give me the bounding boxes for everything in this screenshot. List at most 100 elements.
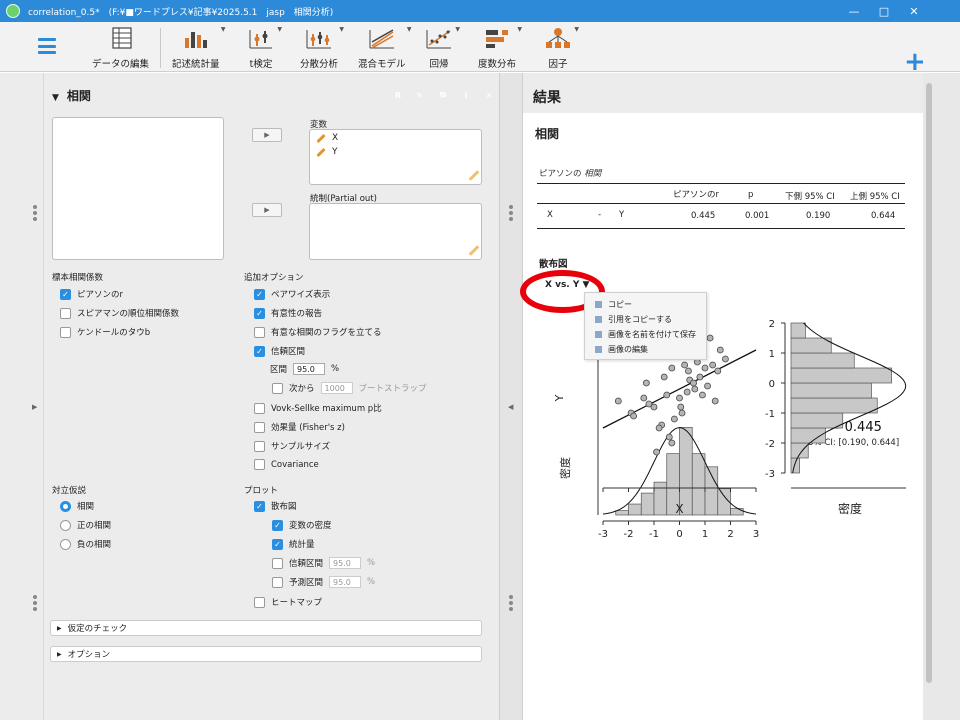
confidence-interval-checkbox[interactable]: ✓ 信頼区間 — [254, 345, 305, 357]
panel-splitter[interactable]: ◀ — [499, 73, 523, 720]
menu-save-image[interactable]: 画像を名前を付けて保存 — [595, 329, 696, 340]
variable-item[interactable]: Y — [316, 147, 338, 157]
toolbar-descriptives[interactable]: 記述統計量 ▼ — [172, 26, 226, 70]
options-section[interactable]: ▶ オプション — [50, 646, 482, 662]
option-label: 相関 — [77, 502, 95, 512]
r-syntax-icon[interactable]: R — [391, 88, 405, 102]
assumption-checks-section[interactable]: ▶ 仮定のチェック — [50, 620, 482, 636]
duplicate-icon[interactable]: ⧉ — [436, 88, 450, 102]
checkbox-checked-icon[interactable]: ✓ — [60, 288, 71, 300]
plot-ci-input[interactable]: 95.0 — [329, 557, 362, 569]
x-tick-label: -3 — [598, 529, 608, 540]
kendall-checkbox[interactable]: ケンドールのタウb — [60, 326, 150, 338]
drag-handle-icon[interactable] — [33, 595, 37, 613]
toolbar-mixed-models[interactable]: 混合モデル ▼ — [358, 26, 412, 70]
toolbar-data-edit[interactable]: データの編集 — [92, 26, 149, 70]
plot-menu-toggle[interactable]: X vs. Y ▼ — [545, 280, 589, 290]
y-tick-label: 0 — [769, 379, 775, 390]
heatmap-checkbox[interactable]: ヒートマップ — [254, 596, 322, 608]
checkbox-icon[interactable] — [272, 576, 283, 588]
maximize-button[interactable]: □ — [868, 0, 900, 22]
interval-input[interactable]: 95.0 — [293, 363, 326, 375]
toolbar-frequencies[interactable]: 度数分布 ▼ — [478, 26, 522, 70]
bootstrap-count-input[interactable]: 1000 — [320, 382, 353, 394]
flag-significant-checkbox[interactable]: 有意な相関のフラグを立てる — [254, 326, 382, 338]
data-panel-handle[interactable]: ▶ — [0, 73, 44, 720]
partial-out-box[interactable] — [309, 203, 482, 260]
info-icon[interactable]: i — [459, 88, 473, 102]
sample-size-checkbox[interactable]: サンプルサイズ — [254, 440, 330, 452]
prediction-interval-input[interactable]: 95.0 — [329, 576, 362, 588]
results-analysis-title[interactable]: 相関 — [535, 125, 559, 142]
minimize-button[interactable]: — — [838, 0, 870, 22]
alt-correlated-radio[interactable]: 相関 — [60, 500, 94, 512]
collapse-left-icon[interactable]: ◀ — [508, 403, 513, 411]
variable-density-checkbox[interactable]: ✓ 変数の密度 — [272, 519, 332, 531]
checkbox-icon[interactable] — [254, 402, 265, 414]
checkbox-checked-icon[interactable]: ✓ — [272, 519, 283, 531]
available-variables-list[interactable] — [52, 117, 224, 260]
variable-item[interactable]: X — [316, 133, 338, 143]
checkbox-icon[interactable] — [254, 440, 265, 452]
toolbar-ttest[interactable]: t検定 ▼ — [246, 26, 282, 70]
spearman-checkbox[interactable]: スピアマンの順位相関係数 — [60, 307, 179, 319]
prediction-interval-checkbox[interactable]: 予測区間 95.0% — [272, 576, 375, 588]
checkbox-checked-icon[interactable]: ✓ — [254, 307, 265, 319]
checkbox-checked-icon[interactable]: ✓ — [272, 538, 283, 550]
toolbar-factor[interactable]: 因子 ▼ — [543, 26, 579, 70]
alt-positive-radio[interactable]: 正の相関 — [60, 519, 111, 531]
menu-button[interactable] — [38, 38, 56, 54]
checkbox-checked-icon[interactable]: ✓ — [254, 345, 265, 357]
effect-size-checkbox[interactable]: 効果量 (Fisher's z) — [254, 421, 345, 433]
results-scrollbar[interactable] — [926, 83, 932, 683]
bootstrap-row[interactable]: 次から 1000 ブートストラップ — [272, 382, 427, 394]
toolbar-anova[interactable]: 分散分析 ▼ — [300, 26, 344, 70]
scatter-point — [690, 379, 697, 387]
analysis-header[interactable]: ▼ 相関 — [52, 87, 91, 104]
scale-variable-icon — [316, 133, 326, 143]
radio-icon[interactable] — [60, 538, 71, 550]
pearson-checkbox[interactable]: ✓ ピアソンのr — [60, 288, 123, 300]
edit-title-icon[interactable]: ✎ — [413, 88, 427, 102]
menu-copy-citation[interactable]: 引用をコピーする — [595, 314, 672, 325]
scatter-plot-chart[interactable]: -3 -2 -1 0 1 2 3密度r = 0.44595% CI: [0.190, 0.6… — [523, 303, 923, 713]
checkbox-checked-icon[interactable]: ✓ — [254, 288, 265, 300]
menu-copy[interactable]: コピー — [595, 299, 632, 310]
plot-ci-checkbox[interactable]: 信頼区間 95.0% — [272, 557, 375, 569]
checkbox-icon[interactable] — [272, 557, 283, 569]
drag-handle-icon[interactable] — [33, 205, 37, 223]
add-module-button[interactable]: + — [904, 49, 926, 75]
menu-edit-image[interactable]: 画像の編集 — [595, 344, 648, 355]
radio-icon[interactable] — [60, 519, 71, 531]
radio-selected-icon[interactable] — [60, 500, 71, 512]
checkbox-icon[interactable] — [254, 596, 265, 608]
expand-right-icon[interactable]: ▶ — [32, 403, 37, 411]
covariance-checkbox[interactable]: Covariance — [254, 459, 319, 470]
scatter-point — [704, 382, 711, 390]
menu-label: コピー — [608, 300, 632, 309]
checkbox-icon[interactable] — [254, 326, 265, 338]
checkbox-checked-icon[interactable]: ✓ — [254, 500, 265, 512]
move-to-partial-button[interactable]: ▶ — [252, 203, 282, 217]
scatter-plot-checkbox[interactable]: ✓ 散布図 — [254, 500, 297, 512]
bootstrap-label: ブートストラップ — [358, 384, 427, 394]
vovk-sellke-checkbox[interactable]: Vovk-Sellke maximum p比 — [254, 402, 382, 414]
alt-negative-radio[interactable]: 負の相関 — [60, 538, 111, 550]
variables-box[interactable]: X Y — [309, 129, 482, 185]
checkbox-icon[interactable] — [272, 382, 283, 394]
close-button[interactable]: ✕ — [898, 0, 930, 22]
report-significance-checkbox[interactable]: ✓ 有意性の報告 — [254, 307, 322, 319]
checkbox-icon[interactable] — [60, 307, 71, 319]
move-to-variables-button[interactable]: ▶ — [252, 128, 282, 142]
statistics-checkbox[interactable]: ✓ 統計量 — [272, 538, 315, 550]
pairwise-checkbox[interactable]: ✓ ペアワイズ表示 — [254, 288, 330, 300]
close-analysis-icon[interactable]: ✕ — [482, 88, 496, 102]
drag-handle-icon[interactable] — [509, 205, 513, 223]
table-header-upper: 上側 95% CI — [850, 192, 900, 202]
checkbox-icon[interactable] — [254, 459, 265, 470]
checkbox-icon[interactable] — [60, 326, 71, 338]
checkbox-icon[interactable] — [254, 421, 265, 433]
toolbar-regression[interactable]: 回帰 ▼ — [424, 26, 460, 70]
collapse-triangle-icon[interactable]: ▼ — [52, 93, 59, 103]
drag-handle-icon[interactable] — [509, 595, 513, 613]
